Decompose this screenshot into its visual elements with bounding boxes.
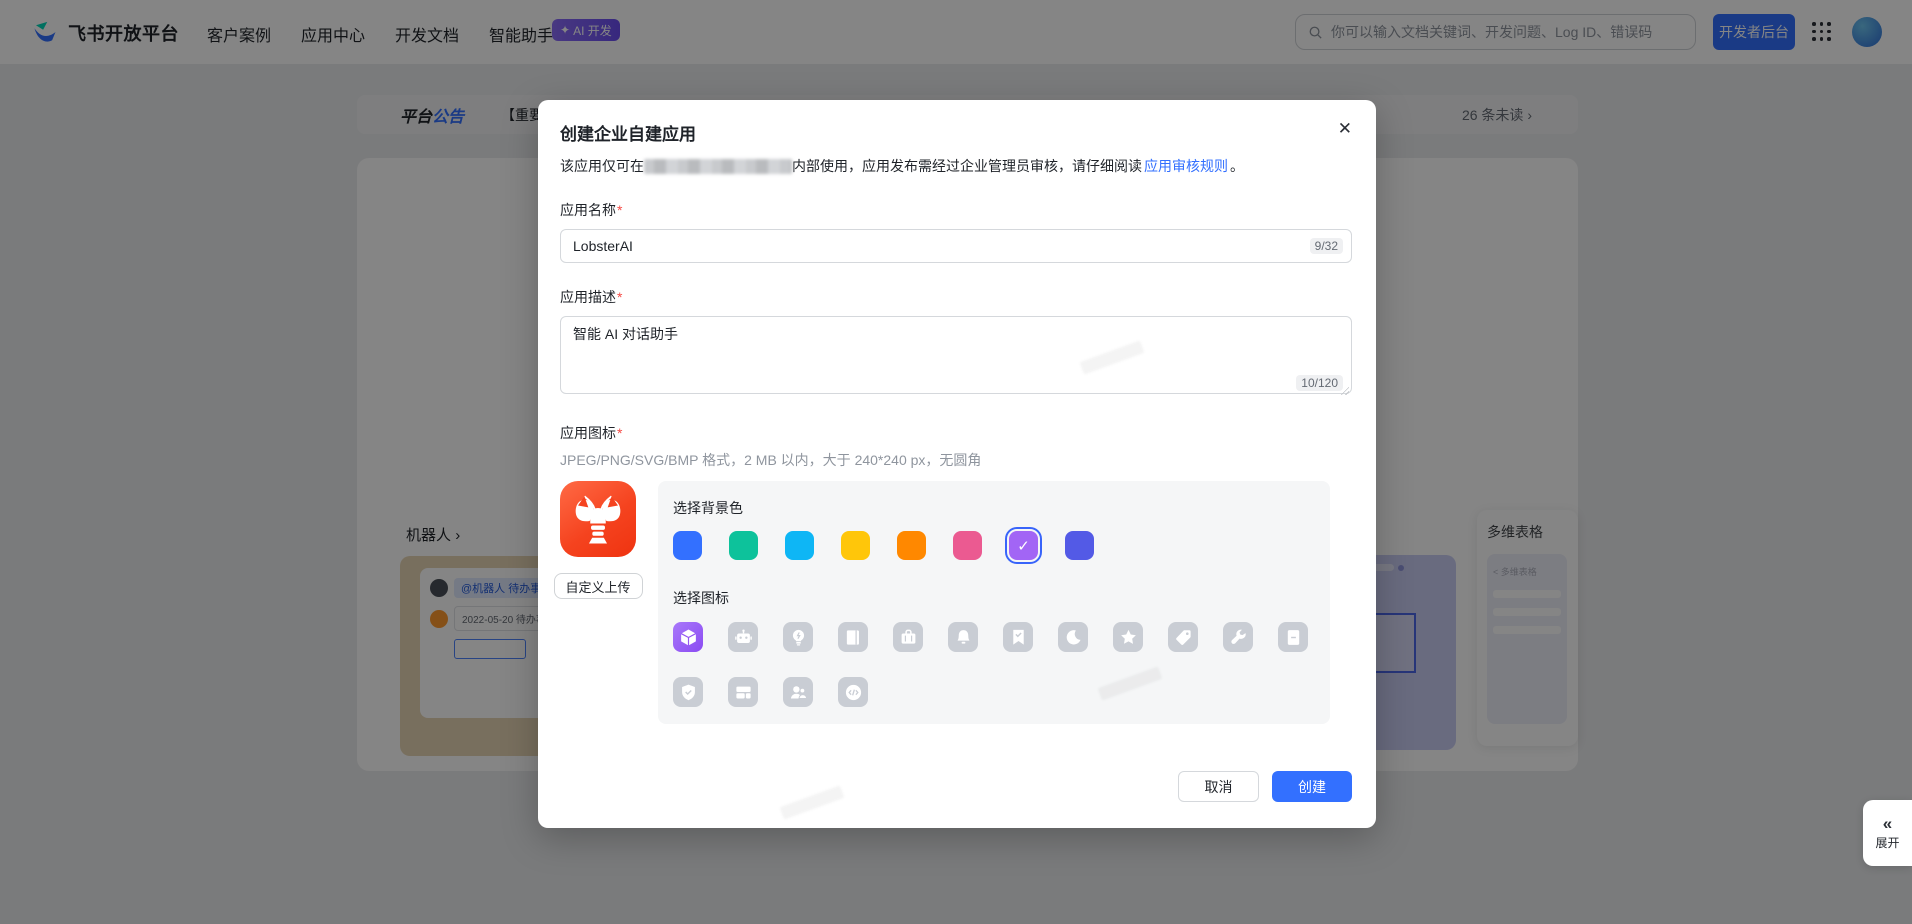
close-icon[interactable]: ✕ [1338, 120, 1352, 137]
review-rules-link[interactable]: 应用审核规则 [1144, 158, 1228, 174]
app-icon-option-document[interactable] [1278, 622, 1308, 652]
modal-title: 创建企业自建应用 [560, 125, 696, 144]
modal-description: 该应用仅可在 内部使用，应用发布需经过企业管理员审核，请仔细阅读 应用审核规则。 [560, 158, 1244, 174]
app-icon-option-people[interactable] [783, 677, 813, 707]
app-desc-label: 应用描述* [560, 289, 623, 305]
modal-footer: 取消 创建 [1178, 771, 1352, 802]
custom-upload-button[interactable]: 自定义上传 [553, 573, 643, 599]
icon-format-hint: JPEG/PNG/SVG/BMP 格式，2 MB 以内，大于 240*240 p… [560, 452, 982, 468]
app-name-label: 应用名称* [560, 202, 623, 218]
icon-picker-area: 自定义上传 选择背景色 ✓ 选择图标 [553, 481, 1352, 724]
color-swatch-green[interactable] [729, 531, 758, 560]
color-swatch-blue[interactable] [673, 531, 702, 560]
lobster-app-icon [560, 481, 636, 557]
color-swatch-cyan[interactable] [785, 531, 814, 560]
expand-label: 展开 [1875, 836, 1900, 850]
app-icon-option-cube[interactable] [673, 622, 703, 652]
app-icon-option-layout[interactable] [728, 677, 758, 707]
color-swatch-purple[interactable]: ✓ [1005, 527, 1042, 564]
app-icon-label: 应用图标* [560, 425, 623, 441]
app-icon-option-briefcase[interactable] [893, 622, 923, 652]
app-icon-option-moon[interactable] [1058, 622, 1088, 652]
create-button[interactable]: 创建 [1272, 771, 1352, 802]
color-swatch-yellow[interactable] [841, 531, 870, 560]
collapse-icon: « [1882, 814, 1893, 833]
app-icon-option-bulb[interactable] [783, 622, 813, 652]
app-icon-option-bookmark-check[interactable] [1003, 622, 1033, 652]
color-swatch-orange[interactable] [897, 531, 926, 560]
bg-color-label: 选择背景色 [673, 500, 743, 516]
icon-choice-label: 选择图标 [673, 590, 729, 606]
app-icon-option-code[interactable] [838, 677, 868, 707]
check-icon: ✓ [1017, 537, 1030, 555]
app-icon-option-bell[interactable] [948, 622, 978, 652]
app-icon-option-notebook[interactable] [838, 622, 868, 652]
page: 飞书开放平台 客户案例 应用中心 开发文档 智能助手 ✦AI 开发 开发者后台 … [0, 0, 1912, 924]
app-desc-textarea[interactable]: 智能 AI 对话助手 [560, 316, 1352, 394]
app-icon-option-tag[interactable] [1168, 622, 1198, 652]
app-icon-option-star[interactable] [1113, 622, 1143, 652]
desc-char-counter: 10/120 [1296, 375, 1343, 391]
color-swatch-pink[interactable] [953, 531, 982, 560]
app-icon-option-robot[interactable] [728, 622, 758, 652]
color-swatch-indigo[interactable] [1065, 531, 1094, 560]
color-swatch-row: ✓ [673, 527, 1315, 564]
expand-widget[interactable]: « 展开 [1863, 800, 1912, 866]
app-icon-option-wrench[interactable] [1223, 622, 1253, 652]
app-icon-option-shield-check[interactable] [673, 677, 703, 707]
icon-grid [673, 622, 1315, 707]
redacted-org-name [644, 159, 792, 174]
name-char-counter: 9/32 [1309, 238, 1343, 254]
watermark [779, 785, 845, 820]
cancel-button[interactable]: 取消 [1178, 771, 1259, 802]
create-app-modal: 创建企业自建应用 ✕ 该应用仅可在 内部使用，应用发布需经过企业管理员审核，请仔细… [538, 100, 1376, 828]
app-name-input[interactable] [560, 229, 1352, 263]
icon-style-panel: 选择背景色 ✓ 选择图标 [658, 481, 1330, 724]
